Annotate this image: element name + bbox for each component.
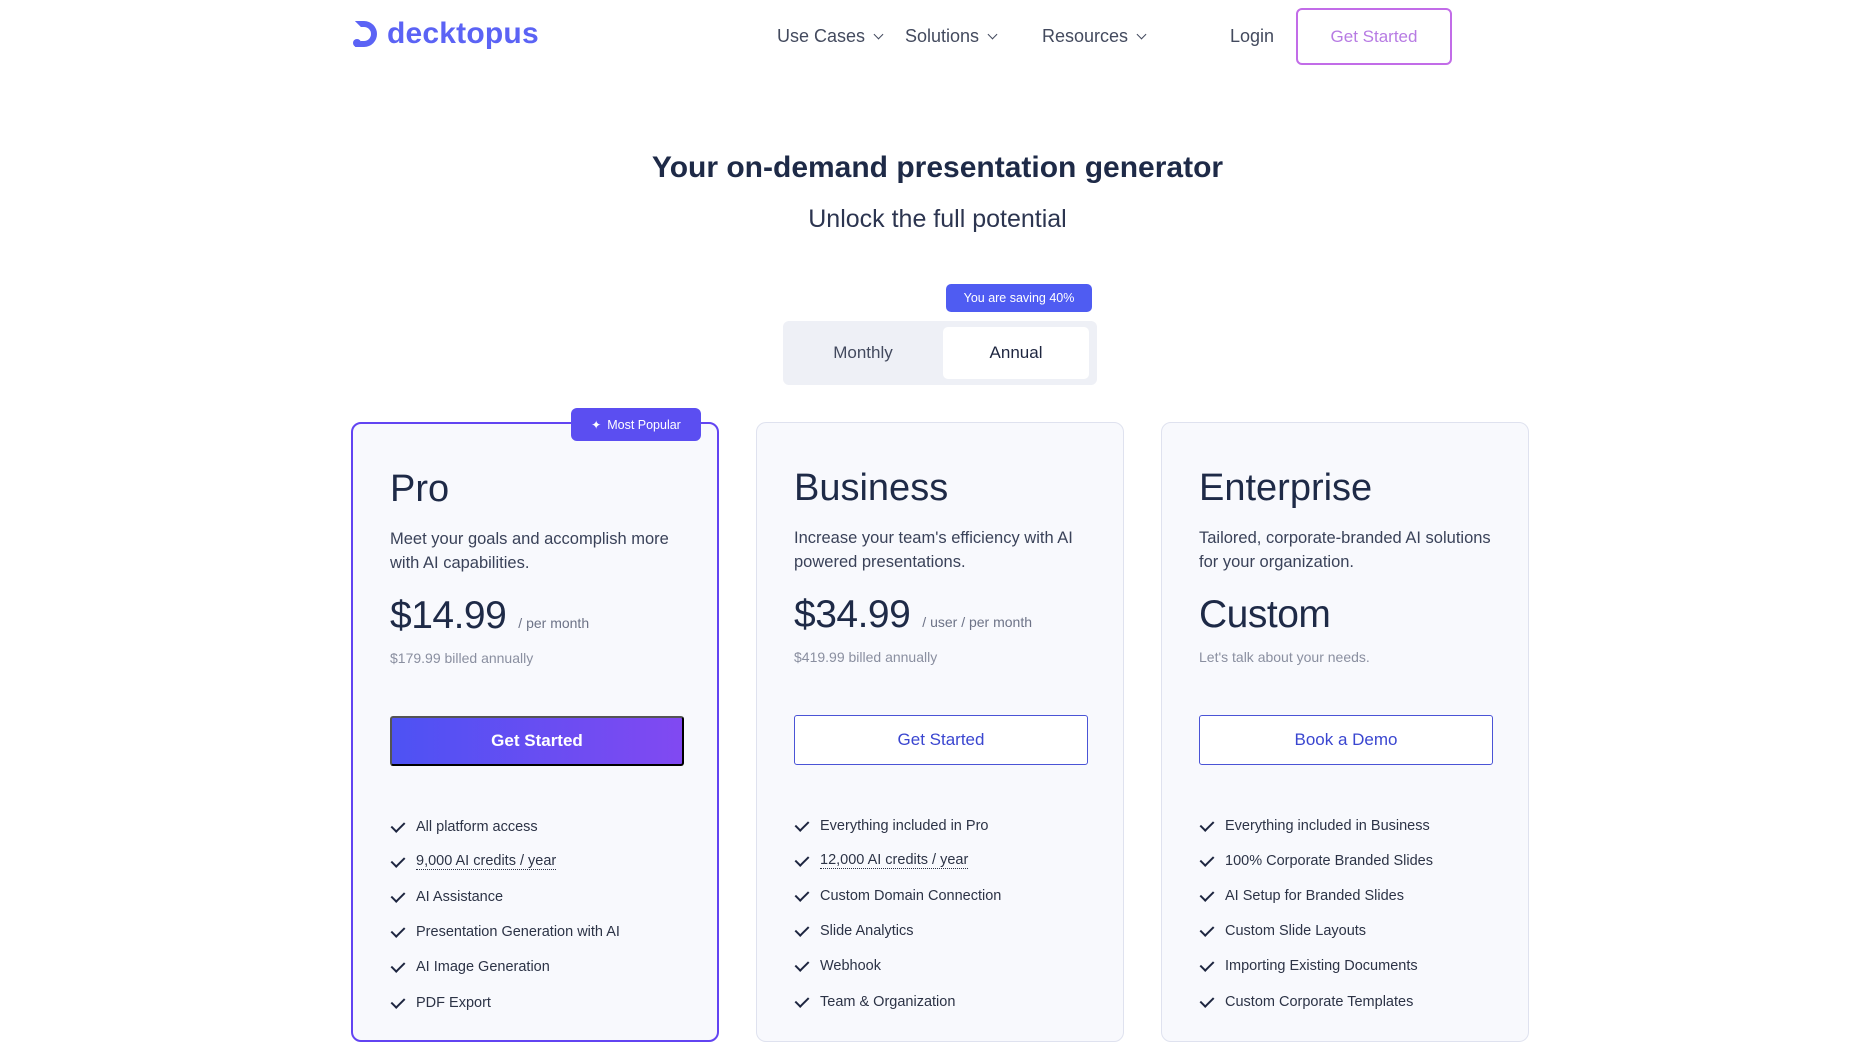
check-icon: [390, 889, 406, 905]
contact-note: Let's talk about your needs.: [1199, 649, 1370, 665]
header-get-started-button[interactable]: Get Started: [1296, 8, 1452, 65]
page-subtitle: Unlock the full potential: [808, 205, 1067, 233]
feature-item: AI Assistance: [390, 879, 620, 914]
plan-card-pro: Pro Meet your goals and accomplish more …: [351, 422, 719, 1042]
plan-description: Tailored, corporate-branded AI solutions…: [1199, 529, 1491, 571]
pro-get-started-button[interactable]: Get Started: [390, 716, 684, 766]
most-popular-badge: ✦ Most Popular: [571, 408, 701, 441]
check-icon: [794, 888, 810, 904]
decktopus-logo-icon: [351, 18, 377, 50]
check-icon: [794, 923, 810, 939]
feature-list: Everything included in Business 100% Cor…: [1199, 808, 1433, 1019]
feature-list: All platform access 9,000 AI credits / y…: [390, 809, 620, 1020]
check-icon: [1199, 994, 1215, 1010]
check-icon: [390, 854, 406, 870]
billed-annually: $179.99 billed annually: [390, 650, 534, 666]
feature-item: All platform access: [390, 809, 620, 844]
sparkle-icon: ✦: [591, 417, 602, 432]
feature-item: Presentation Generation with AI: [390, 915, 620, 950]
price-row: $34.99 / user / per month: [794, 593, 1032, 637]
feature-item: Everything included in Business: [1199, 808, 1433, 843]
price-row: $14.99 / per month: [390, 594, 589, 638]
book-a-demo-button[interactable]: Book a Demo: [1199, 715, 1493, 765]
business-get-started-button[interactable]: Get Started: [794, 715, 1088, 765]
check-icon: [390, 924, 406, 940]
check-icon: [794, 994, 810, 1010]
most-popular-label: Most Popular: [607, 417, 681, 432]
billed-annually: $419.99 billed annually: [794, 649, 938, 665]
plan-name: Pro: [390, 468, 450, 510]
price-row: Custom: [1199, 593, 1331, 637]
feature-item: Team & Organization: [794, 984, 1001, 1019]
plan-price: $14.99: [390, 594, 507, 637]
feature-list: Everything included in Pro 12,000 AI cre…: [794, 808, 1001, 1019]
feature-item: PDF Export: [390, 985, 620, 1020]
nav-resources[interactable]: Resources: [1042, 26, 1147, 47]
price-unit: / per month: [518, 615, 590, 631]
feature-item: Importing Existing Documents: [1199, 949, 1433, 984]
plan-description: Increase your team's efficiency with AI …: [794, 529, 1073, 571]
check-icon: [794, 853, 810, 869]
chevron-down-icon: [1136, 29, 1147, 40]
plan-name: Enterprise: [1199, 467, 1373, 509]
brand-name: decktopus: [387, 17, 539, 50]
feature-item[interactable]: 12,000 AI credits / year: [794, 843, 1001, 878]
plan-card-enterprise: Enterprise Tailored, corporate-branded A…: [1161, 422, 1529, 1042]
feature-item: Custom Slide Layouts: [1199, 914, 1433, 949]
feature-item: Custom Corporate Templates: [1199, 984, 1433, 1019]
feature-item: AI Image Generation: [390, 950, 620, 985]
price-unit: / user / per month: [922, 614, 1033, 630]
nav-use-cases[interactable]: Use Cases: [777, 26, 884, 47]
billing-monthly-option[interactable]: Monthly: [783, 321, 943, 385]
check-icon: [794, 818, 810, 834]
billing-annual-option[interactable]: Annual: [943, 327, 1089, 379]
check-icon: [1199, 888, 1215, 904]
billing-toggle: Monthly Annual: [783, 321, 1097, 385]
chevron-down-icon: [873, 29, 884, 40]
chevron-down-icon: [987, 29, 998, 40]
saving-badge: You are saving 40%: [946, 284, 1092, 312]
feature-item: Slide Analytics: [794, 914, 1001, 949]
nav-use-cases-label: Use Cases: [777, 26, 866, 46]
plan-description: Meet your goals and accomplish more with…: [390, 530, 669, 572]
page-title: Your on-demand presentation generator: [651, 151, 1224, 184]
feature-item: Custom Domain Connection: [794, 878, 1001, 913]
nav-resources-label: Resources: [1042, 26, 1129, 46]
plan-price: Custom: [1199, 593, 1331, 636]
plan-name: Business: [794, 467, 949, 509]
check-icon: [390, 959, 406, 975]
check-icon: [1199, 923, 1215, 939]
plan-price: $34.99: [794, 593, 911, 636]
login-link[interactable]: Login: [1230, 26, 1274, 47]
ai-credits-tooltip-trigger[interactable]: 9,000 AI credits / year: [416, 853, 557, 871]
nav-solutions[interactable]: Solutions: [905, 26, 998, 47]
decktopus-logo[interactable]: decktopus: [351, 17, 539, 51]
check-icon: [1199, 818, 1215, 834]
feature-item: Webhook: [794, 949, 1001, 984]
feature-item[interactable]: 9,000 AI credits / year: [390, 844, 620, 879]
plan-card-business: Business Increase your team's efficiency…: [756, 422, 1124, 1042]
feature-item: 100% Corporate Branded Slides: [1199, 843, 1433, 878]
check-icon: [1199, 958, 1215, 974]
feature-item: AI Setup for Branded Slides: [1199, 878, 1433, 913]
nav-solutions-label: Solutions: [905, 26, 980, 46]
feature-item: Everything included in Pro: [794, 808, 1001, 843]
check-icon: [1199, 853, 1215, 869]
ai-credits-tooltip-trigger[interactable]: 12,000 AI credits / year: [820, 852, 969, 870]
check-icon: [390, 995, 406, 1011]
check-icon: [794, 958, 810, 974]
check-icon: [390, 819, 406, 835]
